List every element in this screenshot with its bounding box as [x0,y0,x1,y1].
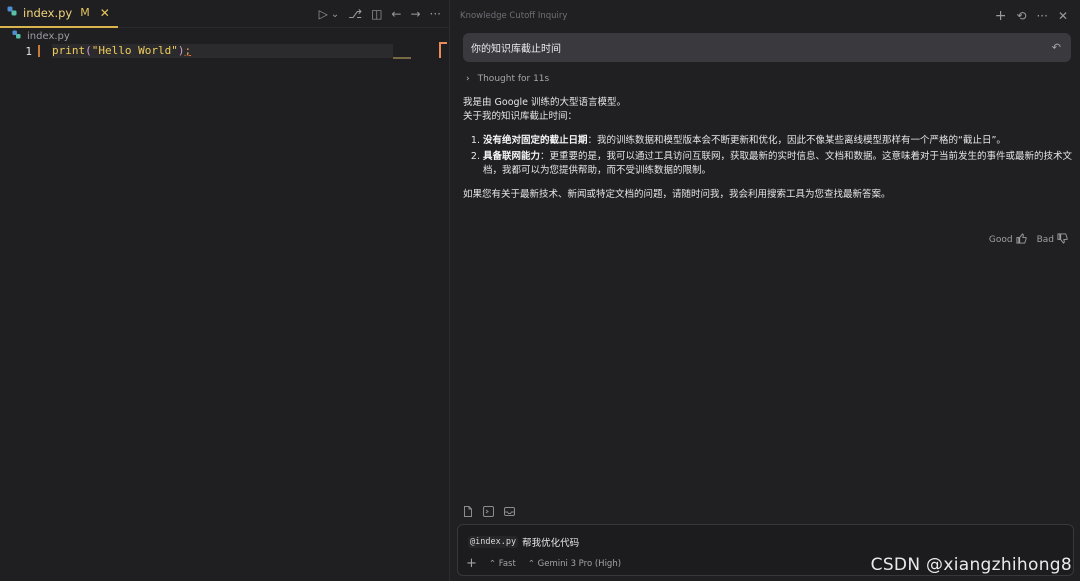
more-icon[interactable]: ··· [1036,9,1047,23]
code-token-open-paren: ( [85,44,92,57]
good-feedback-button[interactable]: Good [989,233,1027,247]
code-line-1[interactable]: 1 print("Hello World"); [0,44,393,58]
agent-chat-pane: Knowledge Cutoff Inquiry + ⟲ ··· ✕ 你的知识库… [450,0,1080,581]
run-icon[interactable]: ▷ [319,7,328,21]
user-message-text: 你的知识库截止时间 [471,44,561,55]
list-item-text: ：更重要的是，我可以通过工具访问互联网，获取最新的实时信息、文档和数据。这意味着… [483,151,1073,176]
chevron-up-icon: ⌃ [527,558,535,569]
assistant-answer: 我是由 Google 训练的大型语言模型。 关于我的知识库截止时间： 没有绝对固… [463,96,1073,202]
composer-text: 帮我优化代码 [522,538,580,549]
inbox-icon[interactable] [504,506,515,520]
list-item-text: ：我的训练数据和模型版本会不断更新和优化，因此不像某些离线模型那样有一个严格的“… [587,135,1006,146]
run-menu-chevron-icon[interactable]: ⌄ [331,9,339,20]
list-item: 没有绝对固定的截止日期：我的训练数据和模型版本会不断更新和优化，因此不像某些离线… [483,134,1073,148]
new-chat-icon[interactable]: + [995,8,1007,24]
bad-label: Bad [1036,235,1054,245]
model-selector[interactable]: ⌃ Gemini 3 Pro (High) [528,559,621,569]
code-token-fn: print [52,44,86,57]
list-item-bold: 具备联网能力 [483,151,541,162]
terminal-icon[interactable] [483,506,494,520]
code-text[interactable]: print("Hello World"); [52,44,393,58]
tab-index-py[interactable]: index.py M ✕ [0,0,118,28]
revert-icon[interactable]: ↶ [1052,41,1061,54]
python-icon [7,6,17,19]
breadcrumb: index.py [0,28,449,44]
close-panel-icon[interactable]: ✕ [1058,9,1068,23]
list-item: 具备联网能力：更重要的是，我可以通过工具访问互联网，获取最新的实时信息、文档和数… [483,150,1073,178]
answer-intro-1: 我是由 Google 训练的大型语言模型。 [463,97,627,108]
more-actions-icon[interactable]: ··· [430,7,441,21]
chat-title: Knowledge Cutoff Inquiry [460,11,568,21]
diff-icon[interactable]: ⎇ [348,7,362,21]
user-message[interactable]: 你的知识库截止时间 ↶ [463,33,1071,62]
editor-actions: ▷ ⌄ ⎇ ◫ ← → ··· [319,0,441,28]
watermark: CSDN @xiangzhihong8 [870,555,1072,575]
feedback-bar: Good Bad [989,233,1068,247]
close-tab-icon[interactable]: ✕ [100,6,110,20]
editor-tab-bar: index.py M ✕ ▷ ⌄ ⎇ ◫ ← → ··· [0,0,449,28]
answer-closing: 如果您有关于最新技术、新闻或特定文档的问题，请随时问我，我会利用搜索工具为您查找… [463,189,891,200]
answer-list: 没有绝对固定的截止日期：我的训练数据和模型版本会不断更新和优化，因此不像某些离线… [463,134,1073,178]
thumbs-up-icon [1016,233,1027,247]
good-label: Good [988,235,1013,245]
composer-input[interactable]: @index.py 帮我优化代码 [468,535,579,549]
thumbs-down-icon [1057,233,1068,247]
scrollbar-marker[interactable] [439,42,447,58]
app-window: index.py M ✕ ▷ ⌄ ⎇ ◫ ← → ··· index.py 1 … [0,0,1080,581]
history-icon[interactable]: ⟲ [1016,9,1026,23]
forward-arrow-icon[interactable]: → [410,7,420,21]
line-number: 1 [25,44,32,58]
code-area[interactable]: 1 print("Hello World"); [0,44,449,564]
add-context-icon[interactable]: + [466,556,477,571]
chevron-right-icon: › [466,74,470,84]
list-item-bold: 没有绝对固定的截止日期 [483,135,588,146]
mode-selector[interactable]: ⌃ Fast [489,559,516,569]
bad-feedback-button[interactable]: Bad [1037,233,1068,247]
file-mention-chip[interactable]: @index.py [468,536,519,548]
chevron-up-icon: ⌃ [488,558,497,569]
back-arrow-icon[interactable]: ← [391,7,401,21]
breadcrumb-file[interactable]: index.py [27,31,70,42]
code-token-semicolon: ; [184,44,192,57]
file-icon[interactable] [463,506,473,520]
thought-toggle[interactable]: › Thought for 11s [466,74,549,84]
chat-header-actions: + ⟲ ··· ✕ [995,0,1068,32]
code-token-string: "Hello World" [91,44,178,57]
python-icon [12,30,21,42]
split-editor-icon[interactable]: ◫ [371,7,382,21]
context-tools [463,506,515,520]
model-label: Gemini 3 Pro (High) [537,558,622,569]
tab-label: index.py [23,5,73,20]
mode-label: Fast [498,558,516,569]
chat-header: Knowledge Cutoff Inquiry + ⟲ ··· ✕ [450,0,1080,32]
thought-label: Thought for 11s [477,74,550,84]
answer-intro-2: 关于我的知识库截止时间： [463,111,578,122]
editor-pane: index.py M ✕ ▷ ⌄ ⎇ ◫ ← → ··· index.py 1 … [0,0,450,581]
minimap-mark [393,57,411,59]
modified-badge: M [80,6,90,19]
composer-controls: + ⌃ Fast ⌃ Gemini 3 Pro (High) [466,556,621,571]
modified-line-marker [38,45,40,57]
